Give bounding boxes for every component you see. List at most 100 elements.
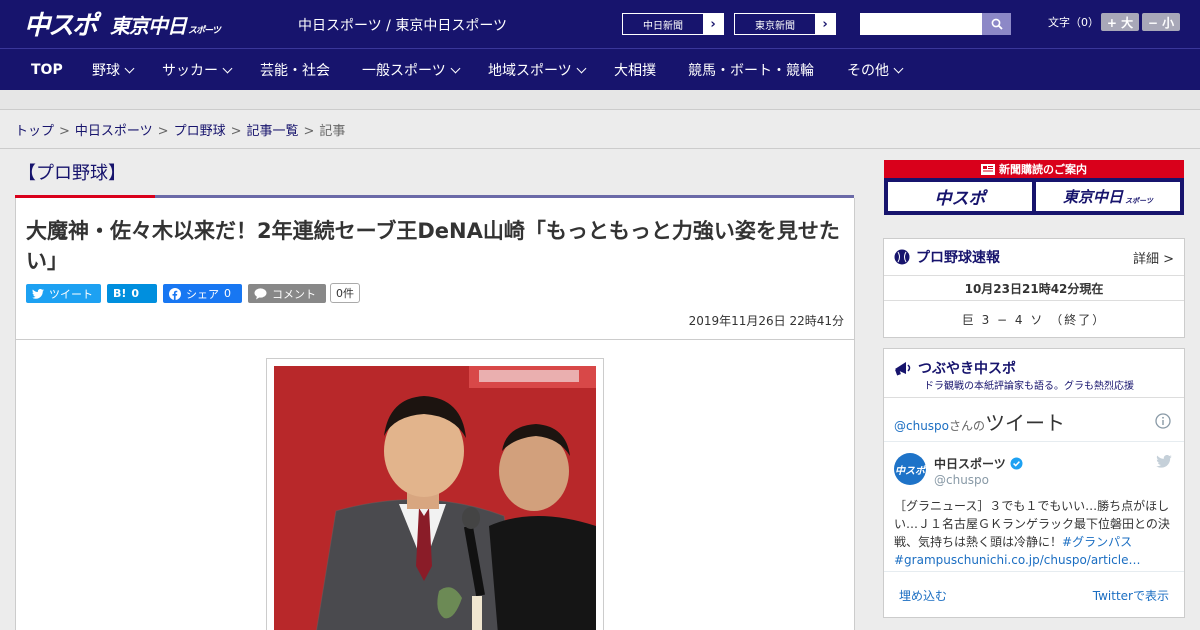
account-name: 中日スポーツ [934, 457, 1006, 471]
nav-item-label: 地域スポーツ [488, 63, 572, 79]
verified-badge-icon [1010, 457, 1023, 470]
timeline-tweets-label: ツイート [985, 411, 1066, 435]
photo-illustration [274, 366, 596, 630]
subscription-banner[interactable]: 新聞購読のご案内 中スポ 東京中日 スポーツ [884, 160, 1184, 215]
tokyo-logo-sub: スポーツ [188, 25, 221, 36]
info-icon[interactable] [1155, 413, 1171, 429]
search-icon [991, 18, 1003, 30]
comment-count: 0件 [330, 283, 360, 303]
font-size-increase-button[interactable]: + 大 [1101, 13, 1139, 31]
nav-item-entertainment[interactable]: 芸能・社会 [260, 49, 330, 91]
tokyo-shimbun-button[interactable]: 東京新聞 › [734, 13, 836, 35]
speech-bubble-icon [254, 287, 267, 299]
tweet-account[interactable]: 中日スポーツ [934, 455, 1023, 472]
tweet-link[interactable]: #grampuschunichi.co.jp/chuspo/article… [894, 553, 1140, 567]
breadcrumb-article-list[interactable]: 記事一覧 [247, 124, 299, 139]
twitter-timeline-title: @chuspo さんの ツイート [894, 407, 1065, 436]
score-updated-time: 10月23日21時42分現在 [884, 275, 1184, 301]
comment-label: コメント [272, 287, 316, 301]
timeline-handle-suffix: さんの [949, 419, 986, 433]
chevron-down-icon [576, 63, 587, 73]
nav-item-general-sports[interactable]: 一般スポーツ [362, 49, 461, 91]
nav-item-racing[interactable]: 競馬・ボート・競輪 [688, 49, 814, 91]
nav-item-baseball[interactable]: 野球 [92, 49, 135, 91]
article-image-area [15, 340, 855, 630]
subscribe-chuspo-label: 中スポ [934, 189, 986, 209]
nav-item-label: 芸能・社会 [260, 63, 330, 79]
hatena-count: 0 [131, 287, 140, 300]
tweet-button[interactable]: ツイート [26, 284, 101, 303]
timeline-handle[interactable]: @chuspo [894, 419, 949, 433]
article-header: 大魔神・佐々木以来だ！2年連続セーブ王DeNA山崎「もっともっと力強い姿を見せた… [15, 198, 855, 340]
breadcrumb-pro-baseball[interactable]: プロ野球 [174, 124, 226, 139]
nav-item-label: 競馬・ボート・競輪 [688, 63, 814, 79]
nav-item-label: TOP [31, 62, 63, 78]
avatar[interactable]: 中スポ [894, 453, 926, 485]
nav-item-top[interactable]: TOP [31, 49, 63, 91]
facebook-count: 0 [224, 287, 231, 300]
twitter-widget-subtitle: ドラ観戦の本紙評論家も語る。グラも熱烈応援 [924, 381, 1134, 392]
nav-item-sumo[interactable]: 大相撲 [614, 49, 656, 91]
twitter-widget-header: つぶやき中スポ [894, 358, 1016, 378]
sub-nav-bar [0, 90, 1200, 110]
font-size-label: 文字（0） [1048, 16, 1099, 29]
chevron-down-icon [450, 63, 461, 73]
embed-link[interactable]: 埋め込む [899, 587, 947, 604]
breadcrumb-top[interactable]: トップ [15, 124, 54, 139]
top-header: 中スポ 東京中日 スポーツ 中日スポーツ / 東京中日スポーツ 中日新聞 › 東京… [0, 0, 1200, 48]
megaphone-icon [895, 362, 911, 376]
article-headline: 大魔神・佐々木以来だ！2年連続セーブ王DeNA山崎「もっともっと力強い姿を見せた… [26, 219, 840, 273]
nav-item-soccer[interactable]: サッカー [162, 49, 233, 91]
tokyo-logo-text: 東京中日 [110, 13, 187, 38]
chevron-right-icon: › [815, 14, 835, 34]
score-detail-link[interactable]: 詳細 > [1133, 248, 1174, 267]
site-names: 中日スポーツ / 東京中日スポーツ [298, 18, 508, 34]
nav-item-regional-sports[interactable]: 地域スポーツ [488, 49, 587, 91]
nav-item-label: サッカー [162, 63, 218, 79]
comment-button[interactable]: コメント [248, 284, 326, 303]
chevron-down-icon [893, 63, 904, 73]
chevron-down-icon [124, 63, 135, 73]
breadcrumb: トップ > 中日スポーツ > プロ野球 > 記事一覧 > 記事 [15, 124, 346, 139]
nav-item-label: 野球 [92, 63, 120, 79]
article-photo[interactable] [274, 366, 596, 630]
twitter-bird-icon[interactable] [1156, 455, 1172, 468]
score-widget-title: プロ野球速報 [916, 250, 1000, 266]
article-date: 2019年11月26日 22時41分 [688, 314, 844, 328]
score-result[interactable]: 巨 3 − 4 ソ （終了） [884, 301, 1184, 337]
nav-item-label: 一般スポーツ [362, 63, 446, 79]
subscribe-tokyo-button[interactable]: 東京中日 スポーツ [1036, 182, 1180, 211]
article-category: 【プロ野球】 [18, 163, 126, 184]
search-input[interactable] [860, 13, 982, 35]
tweet-text: ［グラニュース］３でも１でもいい…勝ち点がほしい…Ｊ１名古屋ＧＫランゲラック最下… [894, 497, 1176, 569]
divider [884, 571, 1184, 572]
nav-item-other[interactable]: その他 [847, 49, 904, 91]
breadcrumb-chunichi-sports[interactable]: 中日スポーツ [75, 124, 153, 139]
chuspo-logo[interactable]: 中スポ [24, 6, 98, 41]
subscription-banner-title-bar: 新聞購読のご案内 [884, 160, 1184, 178]
photo-frame [266, 358, 604, 630]
newspaper-icon [981, 163, 995, 175]
chunichi-shimbun-label: 中日新聞 [643, 20, 683, 32]
breadcrumb-current: 記事 [319, 124, 346, 139]
facebook-share-button[interactable]: シェア 0 [163, 284, 242, 303]
subscribe-chuspo-button[interactable]: 中スポ [888, 182, 1032, 211]
account-handle[interactable]: @chuspo [934, 473, 989, 487]
baseball-icon [894, 249, 910, 265]
tweet-hashtag[interactable]: #グランパス [1062, 535, 1132, 549]
tokyo-chunichi-logo[interactable]: 東京中日 スポーツ [110, 8, 221, 40]
chunichi-shimbun-button[interactable]: 中日新聞 › [622, 13, 724, 35]
facebook-share-label: シェア [186, 287, 219, 301]
view-on-twitter-link[interactable]: Twitterで表示 [1093, 587, 1169, 604]
divider [884, 397, 1184, 398]
subscription-title: 新聞購読のご案内 [999, 163, 1087, 176]
twitter-widget-title: つぶやき中スポ [918, 361, 1016, 377]
chevron-right-icon: › [703, 14, 723, 34]
search-button[interactable] [982, 13, 1011, 35]
avatar-text: 中スポ [895, 465, 925, 477]
twitter-widget: つぶやき中スポ ドラ観戦の本紙評論家も語る。グラも熱烈応援 @chuspo さん… [883, 348, 1185, 618]
subscribe-tokyo-sub: スポーツ [1125, 196, 1153, 205]
divider [0, 148, 1200, 149]
hatena-bookmark-button[interactable]: B! 0 [107, 284, 157, 303]
font-size-decrease-button[interactable]: − 小 [1142, 13, 1180, 31]
